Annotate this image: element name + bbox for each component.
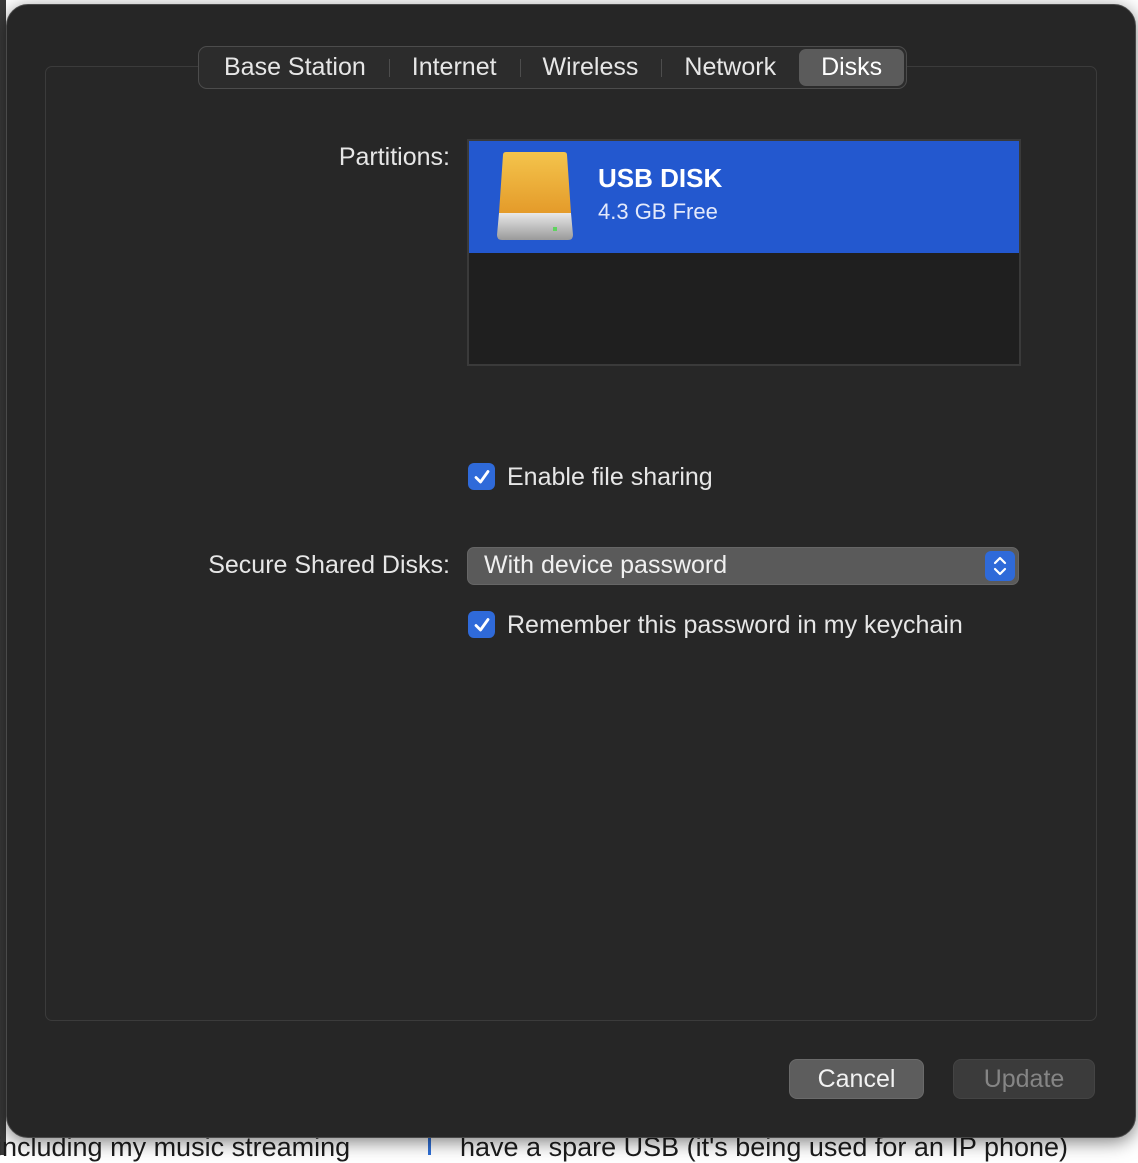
partition-free-space: 4.3 GB Free <box>598 199 718 224</box>
updown-chevron-icon <box>985 551 1015 581</box>
partition-name: USB DISK <box>598 163 723 193</box>
tab-network[interactable]: Network <box>661 49 799 86</box>
remember-password-checkbox[interactable] <box>468 611 495 638</box>
cancel-button[interactable]: Cancel <box>789 1059 924 1099</box>
partition-row-usb-disk[interactable]: USB DISK 4.3 GB Free <box>469 141 1019 253</box>
external-drive-icon <box>497 152 573 240</box>
tab-wireless[interactable]: Wireless <box>519 49 662 86</box>
update-button[interactable]: Update <box>953 1059 1095 1099</box>
remember-password-label[interactable]: Remember this password in my keychain <box>507 611 963 640</box>
partitions-list[interactable]: USB DISK 4.3 GB Free <box>467 139 1021 366</box>
checkmark-icon <box>474 469 489 483</box>
disks-settings-sheet: Base Station Internet Wireless Network D… <box>6 4 1136 1138</box>
tab-internet[interactable]: Internet <box>388 49 520 86</box>
partitions-label: Partitions: <box>338 143 450 171</box>
tab-disks[interactable]: Disks <box>799 49 905 86</box>
secure-shared-disks-value: With device password <box>484 551 728 579</box>
background-divider <box>428 1136 431 1155</box>
tab-base-station[interactable]: Base Station <box>201 49 389 86</box>
checkmark-icon <box>474 617 489 631</box>
enable-file-sharing-label[interactable]: Enable file sharing <box>507 463 713 492</box>
tab-bar: Base Station Internet Wireless Network D… <box>198 46 908 89</box>
secure-shared-disks-label: Secure Shared Disks: <box>208 551 450 579</box>
enable-file-sharing-checkbox[interactable] <box>468 463 495 490</box>
secure-shared-disks-popup[interactable]: With device password <box>467 547 1019 585</box>
